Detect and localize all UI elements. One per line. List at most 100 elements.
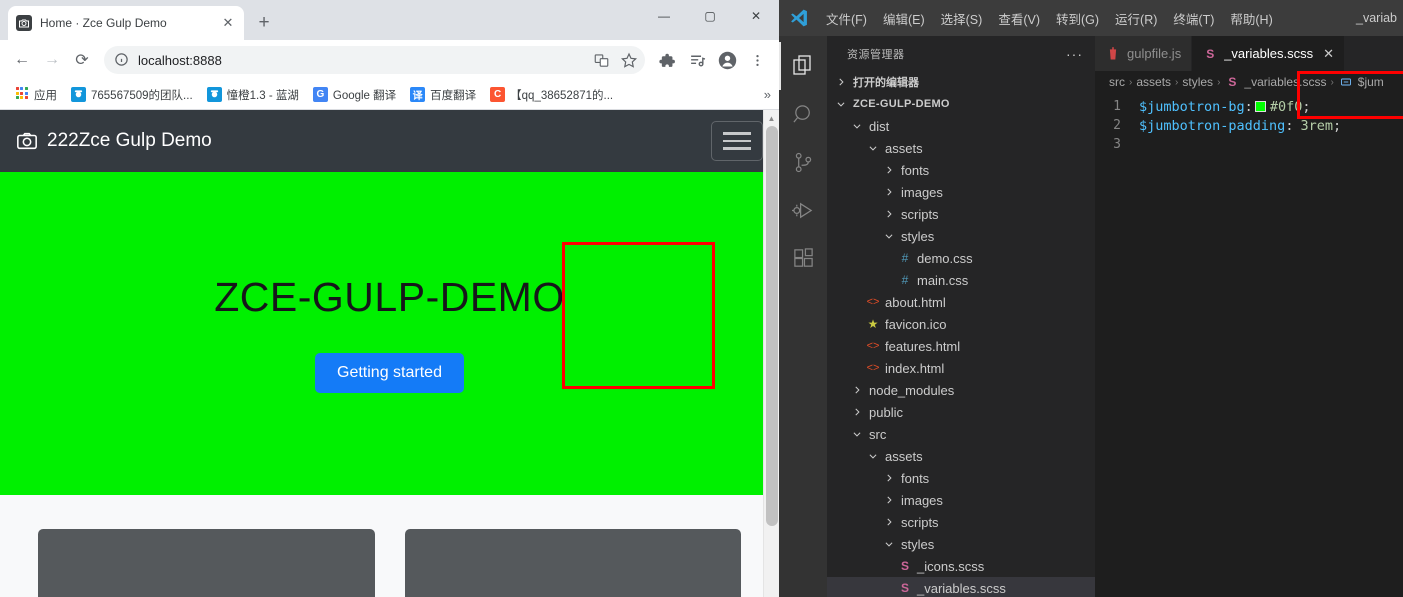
getting-started-button[interactable]: Getting started	[315, 353, 464, 393]
navbar-brand[interactable]: 222Zce Gulp Demo	[16, 130, 212, 152]
tree-item-dist-fonts[interactable]: fonts	[827, 159, 1095, 181]
chevron-right-icon	[881, 184, 897, 200]
bookmark-label: 765567509的团队...	[91, 89, 193, 102]
bookmark-star-icon[interactable]	[617, 48, 641, 72]
activity-search-icon[interactable]	[779, 90, 827, 138]
vscode-body: 资源管理器 ··· 打开的编辑器 ZCE-GULP-DEMO dist asse…	[779, 36, 1403, 597]
menu-run[interactable]: 运行(R)	[1108, 6, 1164, 31]
tree-item-src-scripts[interactable]: scripts	[827, 511, 1095, 533]
line-number: 3	[1113, 137, 1121, 152]
chevron-right-icon	[881, 492, 897, 508]
navbar-toggler-hamburger-icon[interactable]	[711, 121, 763, 161]
menu-view[interactable]: 查看(V)	[991, 6, 1047, 31]
tab-close-icon[interactable]: ✕	[220, 15, 236, 31]
tree-item-src-fonts[interactable]: fonts	[827, 467, 1095, 489]
scss-variable-name: $jumbotron-padding	[1139, 117, 1286, 134]
info-circle-icon[interactable]	[114, 52, 130, 68]
browser-tab[interactable]: Home · Zce Gulp Demo ✕	[8, 6, 244, 40]
bookmark-lanhu-team[interactable]: 765567509的团队...	[65, 84, 199, 106]
address-bar[interactable]: localhost:8888	[104, 46, 645, 74]
menu-file[interactable]: 文件(F)	[819, 6, 874, 31]
chevron-right-icon	[881, 470, 897, 486]
tree-item-src-styles[interactable]: styles	[827, 533, 1095, 555]
tree-item-dist-styles[interactable]: styles	[827, 225, 1095, 247]
reading-list-icon[interactable]	[683, 46, 711, 74]
chevron-down-icon	[849, 426, 865, 442]
code-editor[interactable]: 1 $jumbotron-bg: #0f0; 2 $jumbotron-paddi…	[1095, 71, 1403, 154]
bookmark-google-translate[interactable]: G Google 翻译	[307, 84, 402, 106]
menu-go[interactable]: 转到(G)	[1049, 6, 1106, 31]
reload-button[interactable]: ⟳	[68, 46, 96, 74]
tree-item-label: _variables.scss	[917, 580, 1006, 596]
bookmark-lanhu-project[interactable]: 憧橙1.3 - 蓝湖	[201, 84, 305, 106]
navbar-brand-label: 222Zce Gulp Demo	[47, 130, 212, 151]
bookmark-csdn[interactable]: C 【qq_38652871的...	[484, 84, 619, 106]
css-file-icon: #	[901, 251, 909, 265]
close-window-button[interactable]: ✕	[733, 0, 779, 32]
tree-item-variables-scss[interactable]: S _variables.scss	[827, 577, 1095, 597]
tree-item-node-modules[interactable]: node_modules	[827, 379, 1095, 401]
tree-item-features-html[interactable]: <> features.html	[827, 335, 1095, 357]
tree-item-favicon-ico[interactable]: ★ favicon.ico	[827, 313, 1095, 335]
activity-source-control-icon[interactable]	[779, 138, 827, 186]
breadcrumb-src[interactable]: src	[1109, 75, 1125, 89]
activity-run-debug-icon[interactable]	[779, 186, 827, 234]
toolbar-right-actions	[653, 46, 771, 74]
scroll-up-arrow-icon[interactable]: ▲	[764, 110, 779, 126]
tree-item-icons-scss[interactable]: S _icons.scss	[827, 555, 1095, 577]
tree-item-label: assets	[885, 140, 923, 156]
tree-item-label: images	[901, 492, 943, 508]
menu-edit[interactable]: 编辑(E)	[876, 6, 932, 31]
editor-tab-close-icon[interactable]: ✕	[1323, 46, 1334, 62]
page-viewport: 222Zce Gulp Demo ZCE-GULP-DEMO Getting s…	[0, 110, 779, 597]
tree-item-index-html[interactable]: <> index.html	[827, 357, 1095, 379]
vscode-logo-icon	[787, 6, 811, 30]
minimize-button[interactable]: —	[641, 0, 687, 32]
tree-item-dist-assets[interactable]: assets	[827, 137, 1095, 159]
bookmark-baidu-translate[interactable]: 译 百度翻译	[404, 84, 482, 106]
section-open-editors[interactable]: 打开的编辑器	[827, 71, 1095, 93]
page-scrollbar[interactable]: ▲	[763, 110, 779, 597]
tree-item-src[interactable]: src	[827, 423, 1095, 445]
google-translate-icon: G	[312, 87, 328, 102]
editor-tab-gulpfile[interactable]: gulpfile.js	[1095, 36, 1193, 71]
bookmark-apps[interactable]: 应用	[8, 84, 63, 106]
forward-button[interactable]: →	[38, 46, 66, 74]
tree-item-public[interactable]: public	[827, 401, 1095, 423]
menu-selection[interactable]: 选择(S)	[934, 6, 990, 31]
tab-favicon-camera-icon	[16, 15, 32, 31]
vscode-menu-bar: 文件(F) 编辑(E) 选择(S) 查看(V) 转到(G) 运行(R) 终端(T…	[819, 6, 1280, 31]
color-swatch[interactable]	[1254, 101, 1266, 112]
breadcrumb-styles[interactable]: styles	[1182, 75, 1213, 89]
chevron-right-icon	[881, 162, 897, 178]
sass-file-icon: S	[900, 559, 909, 573]
tree-item-demo-css[interactable]: # demo.css	[827, 247, 1095, 269]
tree-item-dist[interactable]: dist	[827, 115, 1095, 137]
tree-item-main-css[interactable]: # main.css	[827, 269, 1095, 291]
tree-item-about-html[interactable]: <> about.html	[827, 291, 1095, 313]
activity-explorer-files-icon[interactable]	[779, 42, 827, 90]
new-tab-button[interactable]: +	[250, 9, 278, 37]
tree-item-dist-images[interactable]: images	[827, 181, 1095, 203]
menu-terminal[interactable]: 终端(T)	[1166, 6, 1221, 31]
extensions-puzzle-icon[interactable]	[653, 46, 681, 74]
editor-tab-variables-scss[interactable]: S _variables.scss ✕	[1192, 36, 1345, 71]
kebab-menu-icon[interactable]	[743, 46, 771, 74]
tree-item-src-assets[interactable]: assets	[827, 445, 1095, 467]
scrollbar-thumb[interactable]	[766, 126, 778, 526]
camera-icon	[16, 130, 38, 152]
bookmarks-overflow-button[interactable]: »	[764, 87, 771, 102]
tree-item-dist-scripts[interactable]: scripts	[827, 203, 1095, 225]
tree-item-src-images[interactable]: images	[827, 489, 1095, 511]
feature-card	[38, 529, 375, 597]
translate-icon[interactable]	[589, 48, 613, 72]
breadcrumb-assets[interactable]: assets	[1136, 75, 1171, 89]
explorer-more-actions-icon[interactable]: ···	[1066, 46, 1083, 62]
back-button[interactable]: ←	[8, 46, 36, 74]
profile-avatar-icon[interactable]	[713, 46, 741, 74]
menu-help[interactable]: 帮助(H)	[1223, 6, 1279, 31]
tree-root-project[interactable]: ZCE-GULP-DEMO	[827, 93, 1095, 115]
activity-extensions-icon[interactable]	[779, 234, 827, 282]
maximize-button[interactable]: ▢	[687, 0, 733, 32]
tree-item-label: demo.css	[917, 250, 973, 266]
